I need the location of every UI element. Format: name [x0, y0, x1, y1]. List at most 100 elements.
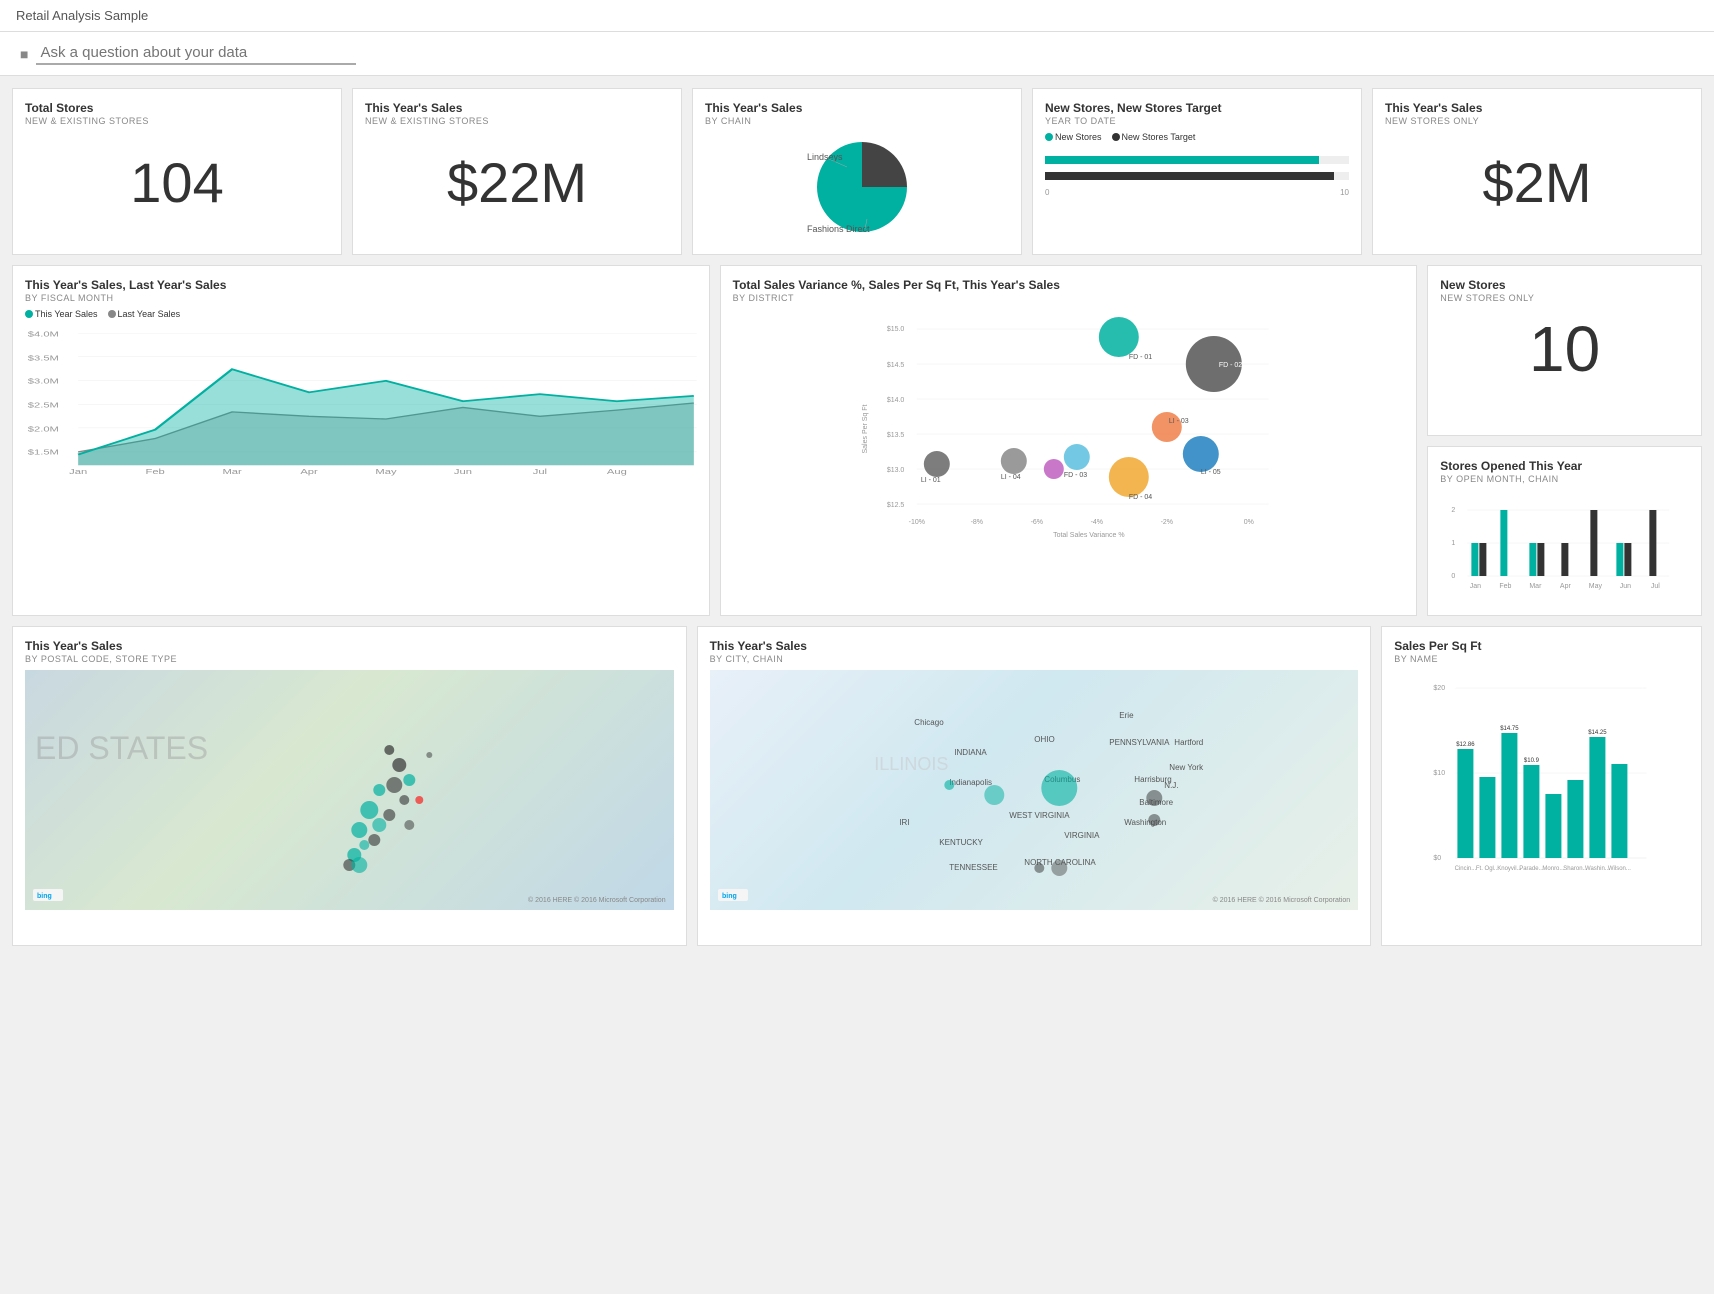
card-sales-sqft[interactable]: Sales Per Sq Ft BY NAME $20 $10 $0 $12.8… — [1381, 626, 1702, 946]
axis-start: 0 — [1045, 188, 1049, 197]
svg-text:IRI: IRI — [899, 818, 909, 827]
svg-text:Jan: Jan — [69, 468, 87, 476]
svg-text:$2.5M: $2.5M — [28, 401, 59, 409]
svg-text:Jun: Jun — [1620, 583, 1631, 590]
card-sales-variance[interactable]: Total Sales Variance %, Sales Per Sq Ft,… — [720, 265, 1418, 616]
legend-last-year-dot — [108, 310, 116, 318]
bing-logo: bing — [33, 889, 63, 904]
svg-text:$10: $10 — [1434, 770, 1446, 777]
card-sales-new-only[interactable]: This Year's Sales NEW STORES ONLY $2M — [1372, 88, 1702, 255]
qa-input[interactable] — [36, 42, 356, 65]
svg-text:Mar: Mar — [222, 468, 241, 476]
svg-text:LI - 03: LI - 03 — [1168, 418, 1188, 425]
svg-text:LI - 05: LI - 05 — [1200, 469, 1220, 476]
sales-fiscal-subtitle: BY FISCAL MONTH — [25, 293, 697, 303]
svg-text:Ft. Ogl...: Ft. Ogl... — [1476, 866, 1499, 872]
svg-text:-4%: -4% — [1090, 519, 1102, 526]
svg-text:Lindseys: Lindseys — [807, 152, 843, 162]
app-header: Retail Analysis Sample — [0, 0, 1714, 32]
svg-text:$15.0: $15.0 — [886, 326, 904, 333]
total-stores-subtitle: NEW & EXISTING STORES — [25, 116, 329, 126]
card-sales-fiscal[interactable]: This Year's Sales, Last Year's Sales BY … — [12, 265, 710, 616]
target-row-target — [1045, 172, 1349, 180]
card-sales-existing[interactable]: This Year's Sales NEW & EXISTING STORES … — [352, 88, 682, 255]
new-stores-bar-fill — [1045, 156, 1319, 164]
card-new-stores[interactable]: New Stores NEW STORES ONLY 10 — [1427, 265, 1702, 436]
svg-text:Harrisburg: Harrisburg — [1134, 775, 1171, 784]
svg-text:0%: 0% — [1243, 519, 1253, 526]
svg-text:$14.0: $14.0 — [886, 397, 904, 404]
legend-new-dot — [1045, 133, 1053, 141]
svg-text:$14.5: $14.5 — [886, 362, 904, 369]
svg-text:Knoyvil...: Knoyvil... — [1497, 866, 1522, 872]
map-city-dots: Chicago Erie Hartford New York N.J. INDI… — [710, 670, 1359, 910]
sales-sqft-subtitle: BY NAME — [1394, 654, 1689, 664]
app-title: Retail Analysis Sample — [16, 8, 148, 23]
sales-chain-subtitle: BY CHAIN — [705, 116, 1009, 126]
dashboard: Total Stores NEW & EXISTING STORES 104 T… — [0, 76, 1714, 958]
card-map-postal[interactable]: This Year's Sales BY POSTAL CODE, STORE … — [12, 626, 687, 946]
map-postal-title: This Year's Sales — [25, 639, 674, 653]
svg-text:bing: bing — [722, 893, 737, 900]
new-stores-title: New Stores — [1440, 278, 1689, 292]
svg-text:Total Sales Variance %: Total Sales Variance % — [1053, 532, 1124, 539]
new-stores-target-title: New Stores, New Stores Target — [1045, 101, 1349, 115]
svg-text:Fashions Direct: Fashions Direct — [807, 224, 870, 234]
svg-text:May: May — [375, 468, 396, 476]
svg-text:$14.25: $14.25 — [1588, 730, 1607, 736]
svg-text:LI - 01: LI - 01 — [920, 477, 940, 484]
svg-text:OHIO: OHIO — [1034, 735, 1054, 744]
svg-text:Cincin...: Cincin... — [1455, 866, 1477, 872]
total-stores-title: Total Stores — [25, 101, 329, 115]
svg-text:bing: bing — [37, 893, 52, 900]
svg-text:Indianapolis: Indianapolis — [949, 778, 992, 787]
svg-text:Parade...: Parade... — [1519, 866, 1544, 872]
bing-logo-2: bing — [718, 889, 748, 904]
card-map-city[interactable]: This Year's Sales BY CITY, CHAIN Chicago… — [697, 626, 1372, 946]
svg-text:Sales Per Sq Ft: Sales Per Sq Ft — [861, 404, 868, 453]
card-total-stores[interactable]: Total Stores NEW & EXISTING STORES 104 — [12, 88, 342, 255]
new-stores-legend: New Stores New Stores Target — [1045, 132, 1349, 142]
map-copyright: © 2016 HERE © 2016 Microsoft Corporation — [528, 897, 666, 904]
sales-fiscal-title: This Year's Sales, Last Year's Sales — [25, 278, 697, 292]
svg-text:Washin...: Washin... — [1585, 866, 1610, 872]
svg-text:PENNSYLVANIA: PENNSYLVANIA — [1109, 738, 1170, 747]
target-stores-bar-fill — [1045, 172, 1334, 180]
svg-text:KENTUCKY: KENTUCKY — [939, 838, 983, 847]
svg-text:VIRGINIA: VIRGINIA — [1064, 831, 1100, 840]
chat-icon: ■ — [20, 46, 28, 62]
new-stores-value: 10 — [1440, 309, 1689, 389]
svg-text:FD - 01: FD - 01 — [1128, 354, 1151, 361]
svg-text:Jan: Jan — [1470, 583, 1481, 590]
svg-text:$12.5: $12.5 — [886, 502, 904, 509]
legend-new-label: New Stores — [1055, 132, 1102, 142]
legend-target-dot — [1112, 133, 1120, 141]
legend-this-year: This Year Sales — [35, 309, 98, 319]
card-new-stores-target[interactable]: New Stores, New Stores Target YEAR TO DA… — [1032, 88, 1362, 255]
svg-text:Aug: Aug — [607, 468, 627, 476]
sales-existing-value: $22M — [365, 132, 669, 232]
svg-text:$3.5M: $3.5M — [28, 354, 59, 362]
card-sales-chain[interactable]: This Year's Sales BY CHAIN Lindseys Fash… — [692, 88, 1022, 255]
svg-text:Apr: Apr — [1560, 583, 1572, 590]
svg-text:Mar: Mar — [1530, 583, 1543, 590]
svg-text:$20: $20 — [1434, 685, 1446, 692]
sales-chain-title: This Year's Sales — [705, 101, 1009, 115]
map-city-copyright: © 2016 HERE © 2016 Microsoft Corporation — [1213, 897, 1351, 904]
axis-end: 10 — [1340, 188, 1349, 197]
map-city-subtitle: BY CITY, CHAIN — [710, 654, 1359, 664]
svg-text:New York: New York — [1169, 763, 1204, 772]
svg-text:-2%: -2% — [1160, 519, 1172, 526]
svg-text:Jul: Jul — [533, 468, 547, 476]
fiscal-line-chart: $4.0M $3.5M $3.0M $2.5M $2.0M $1.5M — [25, 323, 697, 483]
svg-text:TENNESSEE: TENNESSEE — [949, 863, 997, 872]
svg-text:Chicago: Chicago — [914, 718, 944, 727]
svg-text:$4.0M: $4.0M — [28, 330, 59, 338]
svg-text:WEST VIRGINIA: WEST VIRGINIA — [1009, 811, 1070, 820]
map-postal-dots — [25, 670, 674, 910]
sales-existing-subtitle: NEW & EXISTING STORES — [365, 116, 669, 126]
svg-text:May: May — [1589, 583, 1603, 590]
target-stores-bar-bg — [1045, 172, 1349, 180]
sales-sqft-chart: $20 $10 $0 $12.86 $14.75 $10.9 — [1394, 670, 1689, 930]
card-stores-opened[interactable]: Stores Opened This Year BY OPEN MONTH, C… — [1427, 446, 1702, 617]
